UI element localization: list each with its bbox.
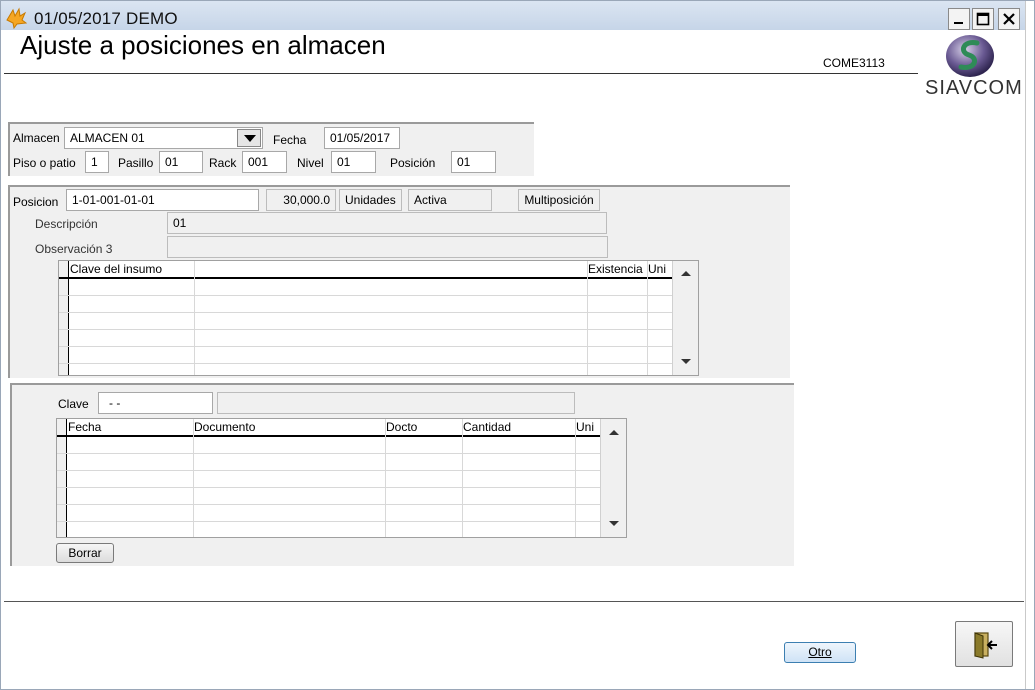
descripcion-field: 01 xyxy=(167,212,607,234)
scroll-up-icon[interactable] xyxy=(681,271,691,276)
pasillo-label: Pasillo xyxy=(118,156,154,170)
grid-col-line xyxy=(587,261,588,375)
mov-col-documento: Documento xyxy=(194,420,256,434)
posicion-field[interactable]: 01 xyxy=(451,151,496,173)
maximize-button[interactable] xyxy=(972,8,994,30)
grid-header-line xyxy=(59,277,673,279)
scroll-down-icon[interactable] xyxy=(681,359,691,364)
exit-door-icon xyxy=(974,632,997,659)
window-right-edge xyxy=(1025,0,1035,690)
dropdown-arrow-icon[interactable] xyxy=(237,129,261,147)
grid-header-line xyxy=(57,435,601,437)
almacen-label: Almacen xyxy=(13,131,60,145)
insumos-col-existencia: Existencia xyxy=(588,262,643,276)
grid-col-line xyxy=(647,261,648,375)
scroll-down-icon[interactable] xyxy=(609,521,619,526)
scroll-up-icon[interactable] xyxy=(609,430,619,435)
grid-row-line xyxy=(57,453,601,454)
exit-button[interactable] xyxy=(955,621,1013,667)
nivel-label: Nivel xyxy=(297,156,324,170)
header-divider xyxy=(4,73,918,74)
close-icon xyxy=(1003,13,1015,25)
maximize-icon xyxy=(976,12,990,26)
position-field[interactable]: 1-01-001-01-01 xyxy=(66,189,259,211)
observacion-field xyxy=(167,236,608,258)
mov-col-docto: Docto xyxy=(386,420,418,434)
insumos-col-uni: Uni xyxy=(648,262,667,276)
grid-col-line xyxy=(194,261,195,375)
insumos-scrollbar[interactable] xyxy=(672,261,698,375)
rack-field[interactable]: 001 xyxy=(242,151,287,173)
units-field: Unidades xyxy=(339,189,402,211)
grid-row-line xyxy=(59,346,673,347)
position-label: Posicion xyxy=(13,195,59,209)
borrar-button[interactable]: Borrar xyxy=(56,543,114,563)
piso-label: Piso o patio xyxy=(13,156,76,170)
posicion-label: Posición xyxy=(390,156,436,170)
grid-col-line xyxy=(193,419,194,537)
close-button[interactable] xyxy=(998,8,1020,30)
siavcom-logo: SIAVCOM xyxy=(920,33,1023,101)
grid-col-line xyxy=(462,419,463,537)
insumos-col-clave: Clave del insumo xyxy=(70,262,163,276)
pasillo-field[interactable]: 01 xyxy=(159,151,203,173)
status-field: Activa xyxy=(408,189,492,211)
otro-button[interactable]: Otro xyxy=(784,642,856,663)
almacen-value: ALMACEN 01 xyxy=(70,131,145,145)
insumos-grid[interactable]: Clave del insumo Existencia Uni xyxy=(58,260,699,376)
mov-col-fecha: Fecha xyxy=(68,420,102,434)
grid-row-line xyxy=(57,470,601,471)
page-title: Ajuste a posiciones en almacen xyxy=(20,30,386,60)
grid-col-line xyxy=(575,419,576,537)
fecha-field[interactable]: 01/05/2017 xyxy=(324,127,400,149)
clave-label: Clave xyxy=(58,397,89,411)
minimize-icon xyxy=(954,22,963,24)
logo-emblem-icon xyxy=(946,35,994,77)
grid-row-line xyxy=(57,521,601,522)
observacion-label: Observación 3 xyxy=(35,242,113,256)
logo-text: SIAVCOM xyxy=(925,77,1023,99)
grid-col-line xyxy=(385,419,386,537)
clave-field[interactable]: - - xyxy=(98,392,213,414)
descripcion-label: Descripción xyxy=(35,217,98,231)
clave-description-field xyxy=(217,392,575,414)
almacen-select[interactable]: ALMACEN 01 xyxy=(64,127,263,149)
movimientos-scrollbar[interactable] xyxy=(600,419,626,537)
grid-row-line xyxy=(57,504,601,505)
mov-col-uni: Uni xyxy=(576,420,595,434)
footer-divider xyxy=(4,601,1024,602)
rack-label: Rack xyxy=(209,156,237,170)
grid-row-line xyxy=(59,295,673,296)
app-icon xyxy=(6,7,27,29)
title-bar: 01/05/2017 DEMO xyxy=(1,1,1025,30)
grid-row-line xyxy=(59,312,673,313)
window-title: 01/05/2017 DEMO xyxy=(34,9,178,28)
mov-col-cantidad: Cantidad xyxy=(463,420,512,434)
form-code: COME3113 xyxy=(823,56,885,70)
grid-row-line xyxy=(59,363,673,364)
position-quantity: 30,000.0 xyxy=(266,189,336,211)
grid-row-line xyxy=(59,329,673,330)
fecha-label: Fecha xyxy=(273,133,307,147)
minimize-button[interactable] xyxy=(948,8,970,30)
grid-row-line xyxy=(57,487,601,488)
nivel-field[interactable]: 01 xyxy=(331,151,376,173)
movimientos-grid[interactable]: Fecha Documento Docto Cantidad Uni xyxy=(56,418,627,538)
multiposicion-field: Multiposición xyxy=(518,189,600,211)
piso-field[interactable]: 1 xyxy=(85,151,109,173)
